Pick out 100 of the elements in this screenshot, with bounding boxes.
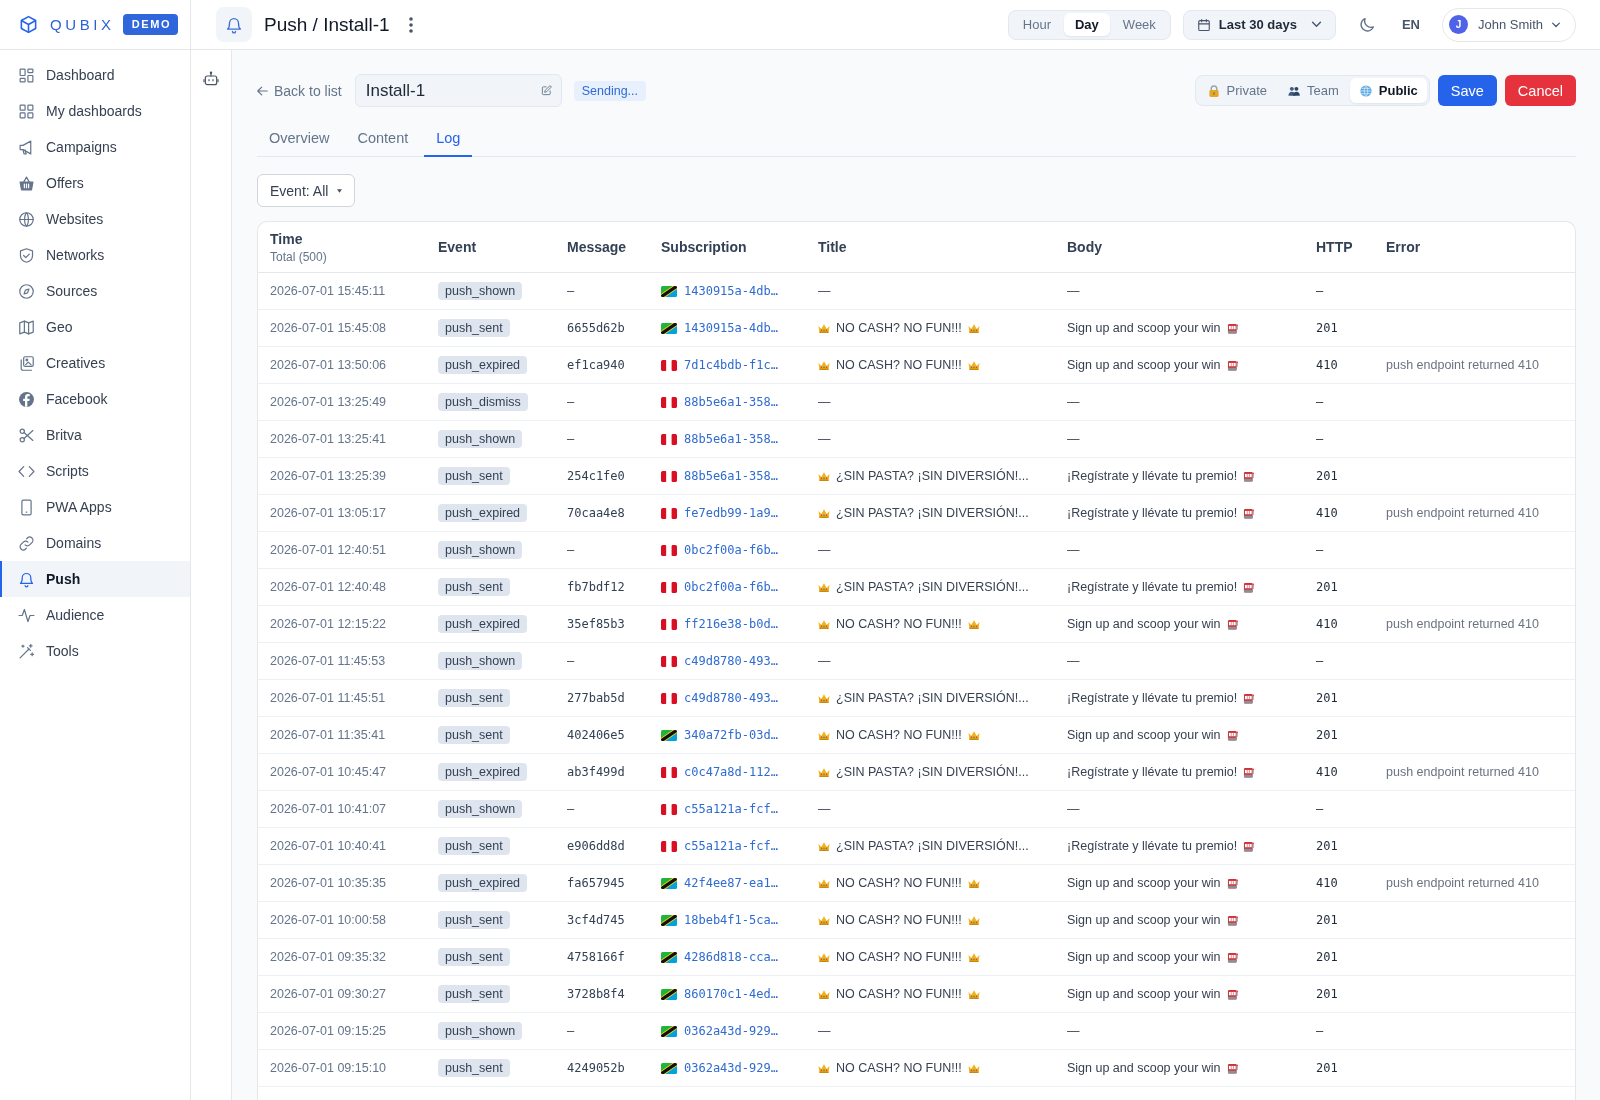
sidebar-item[interactable]: Audience xyxy=(0,597,190,633)
user-menu[interactable]: J John Smith xyxy=(1441,7,1576,42)
sidebar-item[interactable]: Sources xyxy=(0,273,190,309)
event-badge: push_shown xyxy=(438,430,523,448)
subscription-link[interactable]: c49d8780-493… xyxy=(684,654,778,668)
visibility-option[interactable]: Team xyxy=(1278,78,1348,103)
back-link[interactable]: Back to list xyxy=(257,82,342,99)
table-cell: – xyxy=(1316,432,1324,446)
subscription-link[interactable]: fe7edb99-1a9… xyxy=(684,506,778,520)
table-cell: 201 xyxy=(1316,950,1338,964)
column-header: Body xyxy=(1067,239,1102,255)
subscription-link[interactable]: 88b5e6a1-358… xyxy=(684,395,778,409)
subscription-link[interactable]: 1430915a-4db… xyxy=(684,284,778,298)
table-cell: ¿SIN PASTA? ¡SIN DIVERSIÓN!... xyxy=(836,506,1029,520)
granularity-option[interactable]: Day xyxy=(1064,13,1110,36)
table-cell: ef1ca940 xyxy=(567,358,625,372)
table-cell: e906dd8d xyxy=(567,839,625,853)
user-avatar: J xyxy=(1448,15,1468,34)
table-cell: 2026-07-01 10:41:07 xyxy=(270,802,387,816)
sidebar-item[interactable]: Britva xyxy=(0,417,190,453)
sidebar-item[interactable]: Scripts xyxy=(0,453,190,489)
event-filter[interactable]: Event: All xyxy=(257,174,356,207)
table-cell: ¡Regístrate y llévate tu premio! xyxy=(1067,506,1238,520)
subscription-link[interactable]: 0362a43d-929… xyxy=(684,1024,778,1038)
table-cell: 70caa4e8 xyxy=(567,506,625,520)
sidebar-item[interactable]: Tools xyxy=(0,633,190,669)
subscription-link[interactable]: c0c47a8d-112… xyxy=(684,765,778,779)
table-cell: – xyxy=(1316,543,1324,557)
granularity-option[interactable]: Hour xyxy=(1011,13,1062,36)
pulse-icon xyxy=(18,606,35,624)
subscription-link[interactable]: 860170c1-4ed… xyxy=(684,987,778,1001)
event-badge: push_shown xyxy=(438,1022,523,1040)
calendar-icon xyxy=(1196,17,1211,32)
subscription-link[interactable]: c55a121a-fcf… xyxy=(684,839,778,853)
sidebar-item[interactable]: Creatives xyxy=(0,345,190,381)
table-cell: 201 xyxy=(1316,580,1338,594)
table-cell: 201 xyxy=(1316,691,1338,705)
language-button[interactable]: EN xyxy=(1397,11,1424,38)
tab[interactable]: Overview xyxy=(257,121,342,157)
flag-icon xyxy=(661,581,677,593)
moon-icon[interactable] xyxy=(1357,15,1376,34)
subscription-link[interactable]: c49d8780-493… xyxy=(684,691,778,705)
subscription-link[interactable]: 0362a43d-929… xyxy=(684,1061,778,1075)
table-cell: Sign up and scoop your win xyxy=(1067,1061,1221,1075)
cancel-button[interactable]: Cancel xyxy=(1504,75,1576,106)
subscription-link[interactable]: 88b5e6a1-358… xyxy=(684,469,778,483)
flag-icon xyxy=(661,285,677,297)
bell-icon xyxy=(18,570,35,588)
more-icon[interactable] xyxy=(408,16,413,33)
flag-icon xyxy=(661,322,677,334)
basket-icon xyxy=(18,174,35,192)
sidebar-item[interactable]: Websites xyxy=(0,201,190,237)
table-cell: – xyxy=(1316,1024,1324,1038)
sidebar-item[interactable]: Dashboard xyxy=(0,57,190,93)
tab[interactable]: Log xyxy=(424,121,473,157)
table-cell: — xyxy=(1067,284,1080,298)
flag-icon xyxy=(661,877,677,889)
flag-icon xyxy=(661,655,677,667)
granularity-option[interactable]: Week xyxy=(1111,13,1167,36)
event-badge: push_shown xyxy=(438,800,523,818)
table-cell: 410 xyxy=(1316,876,1338,890)
table-cell: 2026-07-01 09:15:25 xyxy=(270,1024,387,1038)
table-cell: Sign up and scoop your win xyxy=(1067,876,1221,890)
images-icon xyxy=(18,354,35,372)
subscription-link[interactable]: 88b5e6a1-358… xyxy=(684,432,778,446)
subscription-link[interactable]: 1430915a-4db… xyxy=(684,321,778,335)
cube-icon xyxy=(19,15,38,34)
sidebar-item[interactable]: Geo xyxy=(0,309,190,345)
date-range-picker[interactable]: Last 30 days xyxy=(1182,9,1336,40)
sidebar-item[interactable]: Offers xyxy=(0,165,190,201)
save-button[interactable]: Save xyxy=(1437,75,1497,106)
sidebar-item[interactable]: Domains xyxy=(0,525,190,561)
sidebar-item[interactable]: Facebook xyxy=(0,381,190,417)
table-cell: NO CASH? NO FUN!!! xyxy=(836,1061,962,1075)
subscription-link[interactable]: 0bc2f00a-f6b… xyxy=(684,543,778,557)
subscription-link[interactable]: c55a121a-fcf… xyxy=(684,802,778,816)
sidebar-item[interactable]: Push xyxy=(0,561,190,597)
table-cell: 2026-07-01 10:45:47 xyxy=(270,765,387,779)
event-badge: push_sent xyxy=(438,726,510,744)
sidebar-item[interactable]: My dashboards xyxy=(0,93,190,129)
subscription-link[interactable]: 7d1c4bdb-f1c… xyxy=(684,358,778,372)
robot-icon[interactable] xyxy=(203,71,219,87)
sidebar-item[interactable]: Networks xyxy=(0,237,190,273)
visibility-option[interactable]: Public xyxy=(1349,78,1427,103)
subscription-link[interactable]: 340a72fb-03d… xyxy=(684,728,778,742)
subscription-link[interactable]: 42f4ee87-ea1… xyxy=(684,876,778,890)
tab[interactable]: Content xyxy=(345,121,421,157)
subscription-link[interactable]: 18beb4f1-5ca… xyxy=(684,913,778,927)
subscription-link[interactable]: 0bc2f00a-f6b… xyxy=(684,580,778,594)
name-input[interactable]: Install-1 xyxy=(354,74,562,107)
table-cell: ¿SIN PASTA? ¡SIN DIVERSIÓN!... xyxy=(836,839,1029,853)
table-cell: 35ef85b3 xyxy=(567,617,625,631)
table-cell: 2026-07-01 11:45:51 xyxy=(270,691,386,705)
subscription-link[interactable]: ff216e38-b0d… xyxy=(684,617,778,631)
edit-icon[interactable] xyxy=(540,85,552,96)
table-cell: – xyxy=(567,654,575,668)
sidebar-item[interactable]: PWA Apps xyxy=(0,489,190,525)
visibility-option[interactable]: Private xyxy=(1197,78,1276,103)
sidebar-item[interactable]: Campaigns xyxy=(0,129,190,165)
subscription-link[interactable]: 4286d818-cca… xyxy=(684,950,778,964)
